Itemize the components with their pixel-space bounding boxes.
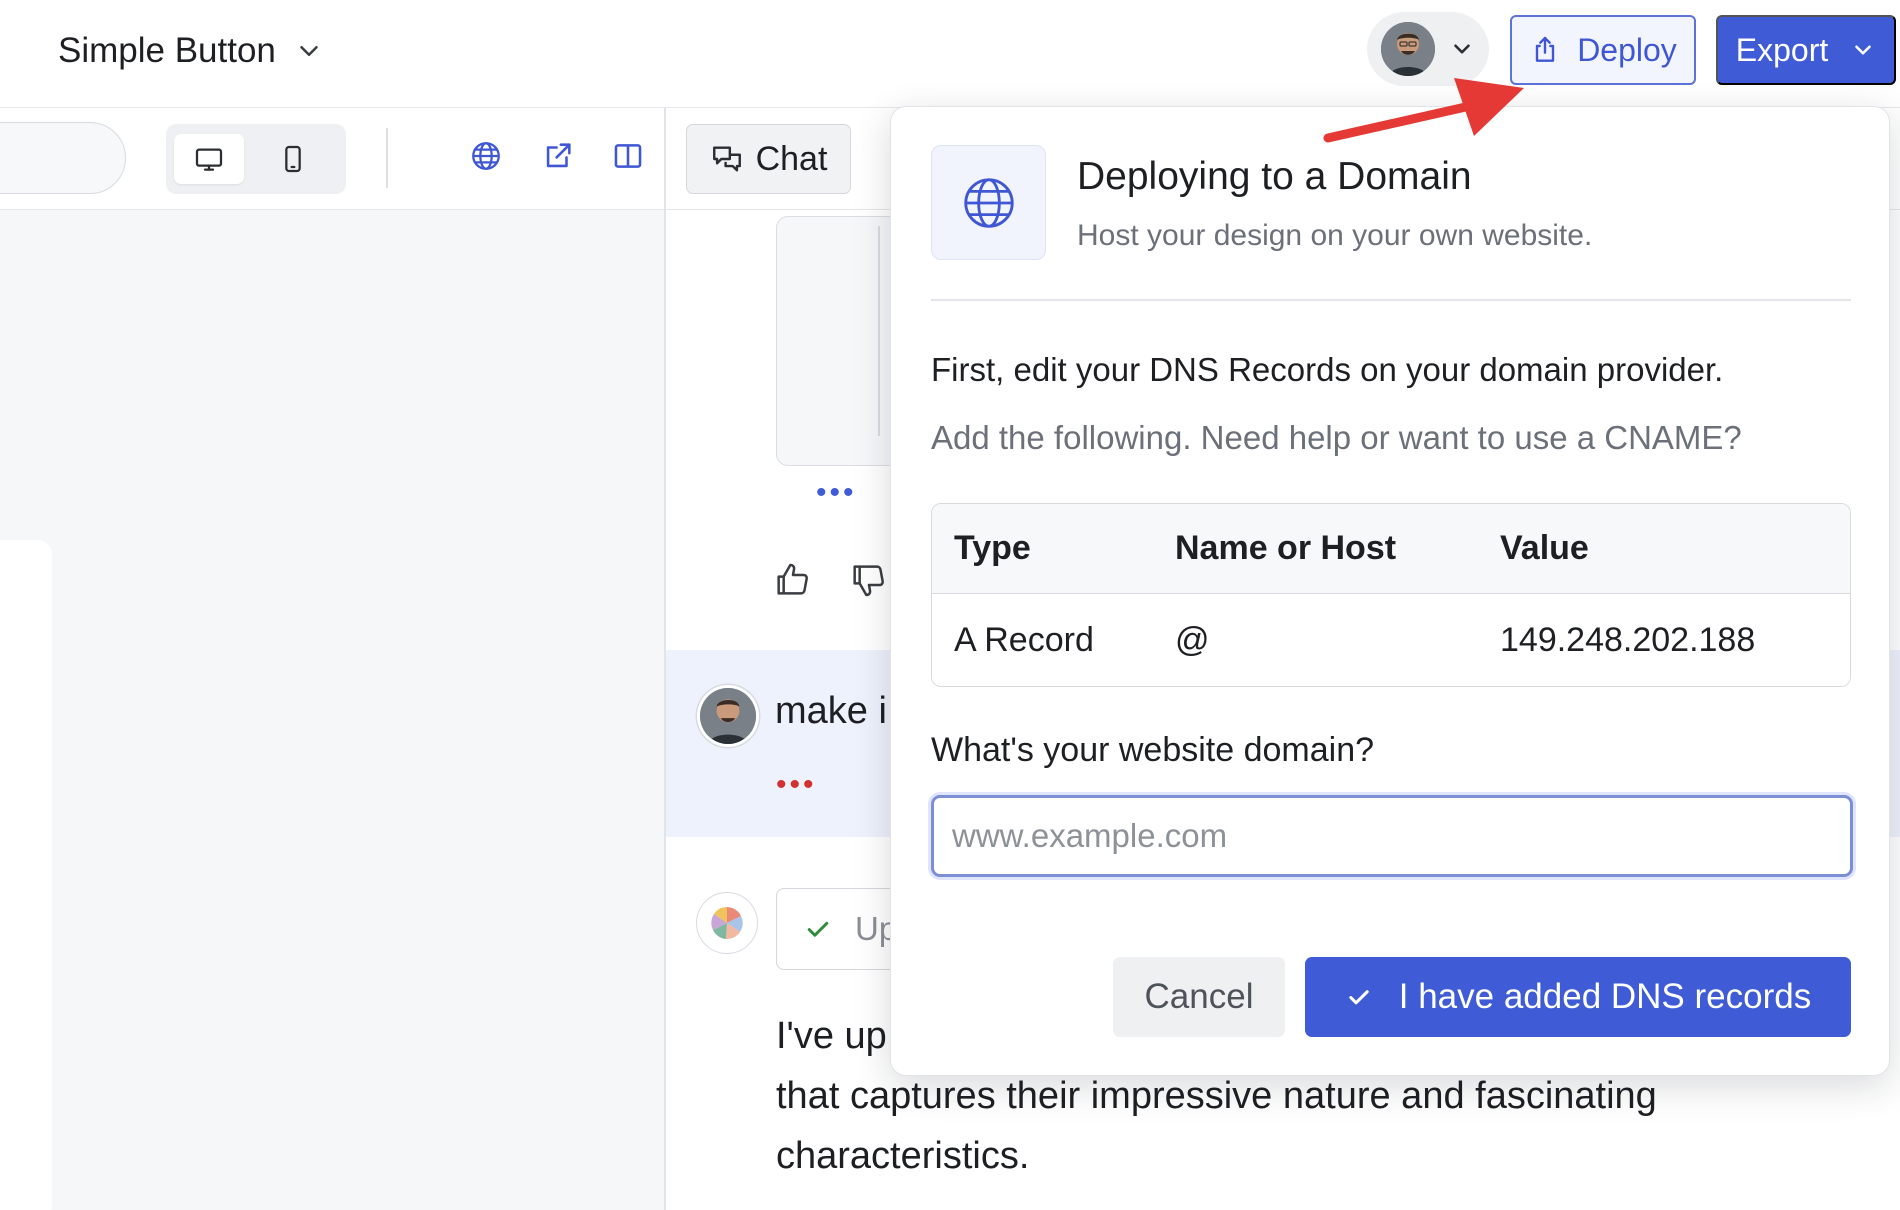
chevron-down-icon (1855, 45, 1872, 55)
globe-tile (931, 145, 1046, 260)
open-external-button[interactable] (538, 136, 578, 176)
cancel-button-label: Cancel (1144, 977, 1254, 1016)
chevron-down-icon (1454, 44, 1470, 54)
chat-bubbles-icon (712, 146, 741, 172)
url-bar[interactable] (0, 122, 126, 194)
table-row: A Record @ 149.248.202.188 (932, 594, 1850, 686)
mobile-view-button[interactable] (258, 134, 328, 184)
dns-record-value[interactable]: 149.248.202.188 (1500, 594, 1755, 686)
table-header-row: Type Name or Host Value (932, 504, 1850, 594)
check-icon (1349, 990, 1369, 1005)
table-header-name: Name or Host (1175, 529, 1397, 567)
device-toggle (166, 124, 346, 194)
share-upload-icon (1535, 36, 1555, 62)
popover-subtitle: Host your design on your own website. (1077, 219, 1593, 252)
domain-input[interactable] (931, 795, 1853, 877)
user-message-avatar (700, 688, 756, 744)
export-button[interactable]: Export (1716, 15, 1896, 85)
globe-button[interactable] (466, 136, 506, 176)
thumbs-up-icon (777, 563, 808, 595)
project-title-dropdown[interactable]: Simple Button (58, 28, 324, 74)
split-view-button[interactable] (608, 136, 648, 176)
user-message-options-dots[interactable]: ••• (776, 770, 817, 800)
project-title: Simple Button (58, 31, 276, 70)
chevron-down-icon (300, 46, 318, 56)
split-view-icon (614, 144, 642, 168)
assistant-avatar (696, 892, 758, 954)
globe-icon (963, 177, 1014, 228)
assistant-message-line: characteristics. (776, 1135, 1030, 1177)
thumbs-down-button[interactable] (848, 560, 888, 600)
table-header-value: Value (1500, 529, 1589, 567)
table-header-type: Type (954, 529, 1031, 567)
dns-record-type: A Record (954, 620, 1094, 659)
assistant-logo-icon (711, 907, 743, 940)
popover-title: Deploying to a Domain (1077, 155, 1472, 198)
toolbar-divider (386, 128, 388, 188)
check-icon (807, 921, 829, 937)
code-card-divider (878, 226, 880, 436)
domain-field-label: What's your website domain? (931, 731, 1375, 769)
preview-canvas (0, 210, 664, 1210)
thumbs-down-icon (853, 565, 884, 597)
dns-help-text[interactable]: Add the following. Need help or want to … (931, 419, 1742, 457)
export-button-label: Export (1735, 31, 1829, 68)
user-menu-button[interactable] (1367, 12, 1489, 86)
thumbs-up-button[interactable] (772, 560, 812, 600)
avatar (1381, 22, 1435, 76)
top-header: Simple Button Deploy Export (0, 0, 1900, 108)
more-options-dots[interactable]: ••• (816, 478, 857, 508)
deploy-popover: Deploying to a Domain Host your design o… (890, 106, 1890, 1076)
deploy-button[interactable]: Deploy (1510, 15, 1696, 85)
mobile-icon (285, 145, 301, 173)
tab-chat[interactable]: Chat (686, 124, 851, 194)
confirm-dns-button-label: I have added DNS records (1398, 977, 1812, 1016)
cancel-button[interactable]: Cancel (1113, 957, 1285, 1037)
desktop-view-button[interactable] (174, 134, 244, 184)
dns-record-host: @ (1175, 620, 1210, 659)
user-message-text: make i (775, 690, 887, 732)
globe-icon (472, 142, 500, 170)
popover-divider (931, 299, 1851, 301)
external-link-icon (546, 143, 571, 168)
dns-records-table: Type Name or Host Value A Record @ 149.2… (931, 503, 1851, 687)
tab-chat-label: Chat (755, 139, 828, 178)
deploy-button-label: Deploy (1577, 31, 1677, 68)
preview-content-card (0, 540, 52, 1210)
confirm-dns-button[interactable]: I have added DNS records (1305, 957, 1851, 1037)
dns-step-heading: First, edit your DNS Records on your dom… (931, 351, 1724, 388)
desktop-icon (195, 148, 223, 171)
